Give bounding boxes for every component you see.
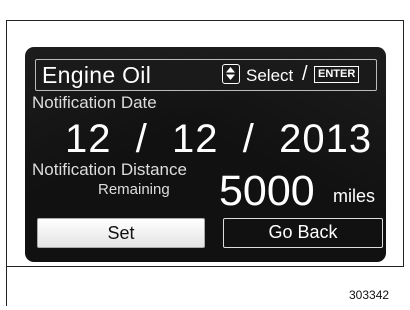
display-screen: Engine Oil Select / ENTER Notification D…	[25, 47, 386, 262]
figure-id: 303342	[349, 288, 390, 302]
set-button-label: Set	[107, 223, 135, 243]
hint-separator: /	[302, 63, 308, 85]
notification-date-label: Notification Date	[32, 93, 157, 112]
screen-title: Engine Oil	[42, 62, 152, 88]
figure-frame-left	[6, 20, 7, 306]
go-back-button-label: Go Back	[268, 222, 338, 242]
up-down-arrow-icon	[222, 64, 240, 84]
remaining-label: Remaining	[98, 181, 170, 198]
set-button[interactable]: Set	[37, 218, 205, 248]
figure-frame-top	[6, 20, 404, 21]
notification-date-value[interactable]: 12 / 12 / 2013	[65, 117, 372, 162]
enter-badge: ENTER	[314, 66, 360, 83]
select-hint: Select	[246, 66, 294, 85]
distance-unit: miles	[333, 186, 376, 206]
title-bar: Engine Oil Select / ENTER	[35, 59, 377, 91]
notification-distance-value[interactable]: 5000	[219, 167, 315, 216]
notification-distance-label: Notification Distance	[32, 160, 187, 179]
go-back-button[interactable]: Go Back	[223, 218, 383, 248]
figure-frame-right	[403, 20, 404, 266]
figure-frame-bottom	[6, 266, 404, 267]
